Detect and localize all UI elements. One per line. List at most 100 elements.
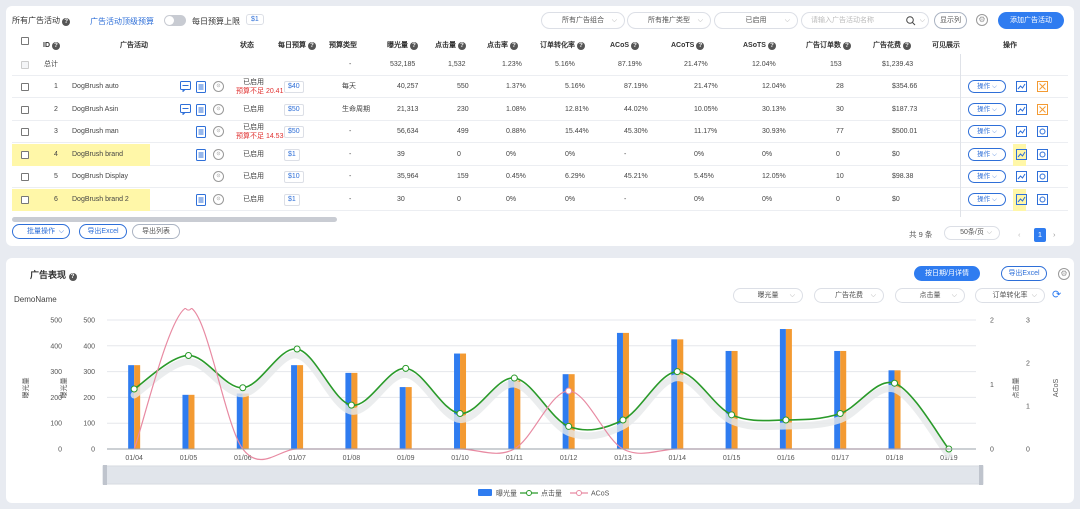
col-id[interactable]: ID ?	[43, 38, 60, 54]
col-daily-budget[interactable]: 每日预算 ?	[278, 38, 316, 54]
status-select[interactable]: 已启用 ⌵	[714, 12, 798, 29]
row-ops-button[interactable]: 操作 ⌵	[968, 80, 1006, 93]
daily-budget-input[interactable]: $50	[284, 103, 304, 116]
campaign-name-link[interactable]: DogBrush auto	[72, 76, 119, 98]
table-row[interactable]: 4 DogBrush brand ⊙ 已启用 $1 - 39 0 0% 0% - 0% 0% 0 $0 操作 …	[12, 143, 1068, 166]
refresh-icon[interactable]: ⟳	[1052, 288, 1061, 301]
chart-export-button[interactable]: 导出Excel	[1001, 266, 1047, 281]
col-orders[interactable]: 广告订单数 ?	[806, 38, 851, 54]
pause-icon[interactable]	[1037, 103, 1048, 115]
campaign-name-link[interactable]: DogBrush brand	[72, 144, 123, 166]
col-cvr[interactable]: 订单转化率 ?	[540, 38, 585, 54]
help-icon[interactable]: ?	[457, 42, 466, 50]
select-all-checkbox[interactable]	[21, 37, 29, 45]
horizontal-scrollbar[interactable]	[12, 217, 337, 222]
chart-icon[interactable]	[1016, 148, 1027, 160]
daily-budget-input[interactable]: $1	[284, 193, 300, 206]
help-icon[interactable]: ?	[307, 42, 316, 50]
campaign-search-input[interactable]: 请输入广告活动名称 ⌵	[801, 12, 929, 29]
document-icon[interactable]	[196, 103, 206, 116]
daily-budget-input[interactable]: $40	[284, 81, 304, 93]
document-icon[interactable]	[196, 81, 206, 93]
row-checkbox[interactable]	[21, 83, 29, 91]
help-icon[interactable]: ?	[767, 42, 776, 50]
auto-rule-icon[interactable]: ⊙	[213, 171, 224, 182]
daily-budget-input[interactable]: $1	[284, 148, 300, 161]
help-icon[interactable]: ?	[631, 42, 640, 50]
row-ops-button[interactable]: 操作 ⌵	[968, 102, 1006, 116]
campaign-name-link[interactable]: DogBrush Display	[72, 166, 128, 188]
row-checkbox[interactable]	[21, 195, 29, 204]
col-campaign[interactable]: 广告活动	[120, 38, 148, 54]
table-row[interactable]: 1 DogBrush auto ⊙ 已启用 预算不足 20.41 $40 每天 40,257 5…	[12, 76, 1068, 98]
col-clicks[interactable]: 点击量 ?	[435, 38, 466, 54]
row-ops-button[interactable]: 操作 ⌵	[968, 125, 1006, 138]
help-icon[interactable]: ?	[902, 42, 911, 50]
col-acos[interactable]: ACoS ?	[610, 38, 640, 54]
help-icon[interactable]: ?	[68, 273, 77, 281]
metric-select-3[interactable]: 点击量 ⌵	[895, 288, 965, 303]
add-campaign-button[interactable]: 添加广告活动	[998, 12, 1064, 29]
daily-budget-input[interactable]: $10	[284, 171, 304, 183]
chart-icon[interactable]	[1016, 103, 1027, 115]
col-status[interactable]: 状态	[240, 38, 254, 54]
help-icon[interactable]: ?	[509, 42, 518, 50]
auto-rule-icon[interactable]: ⊙	[213, 103, 224, 115]
bulk-ops-button[interactable]: 批量操作 ⌵	[12, 224, 70, 239]
col-ctr[interactable]: 点击率 ?	[487, 38, 518, 54]
auto-rule-icon[interactable]: ⊙	[213, 81, 224, 92]
help-icon[interactable]: ?	[409, 42, 418, 50]
row-ops-button[interactable]: 操作 ⌵	[968, 192, 1006, 206]
metric-select-1[interactable]: 曝光量 ⌵	[733, 288, 803, 303]
daily-detail-button[interactable]: 按日期/月详情	[914, 266, 980, 281]
help-icon[interactable]: ?	[51, 42, 60, 50]
row-ops-button[interactable]: 操作 ⌵	[968, 147, 1006, 161]
prev-page-icon[interactable]: ‹	[1018, 228, 1021, 242]
table-row[interactable]: 6 DogBrush brand 2 ⊙ 已启用 $1 - 30 0 0% 0% - 0% 0% 0 $0 操…	[12, 188, 1068, 211]
page-current[interactable]: 1	[1034, 228, 1046, 242]
document-icon[interactable]	[196, 148, 206, 161]
export-list-button[interactable]: 导出列表	[132, 224, 180, 239]
target-icon[interactable]	[1037, 193, 1048, 205]
target-icon[interactable]	[1037, 171, 1048, 182]
help-icon[interactable]: ?	[62, 18, 71, 26]
message-icon[interactable]	[180, 103, 191, 115]
campaign-name-link[interactable]: DogBrush Asin	[72, 99, 118, 121]
target-icon[interactable]	[1037, 148, 1048, 160]
auto-rule-icon[interactable]: ⊙	[213, 126, 224, 137]
campaign-name-link[interactable]: DogBrush man	[72, 121, 119, 143]
chart-settings-icon[interactable]: ⚙	[1058, 268, 1070, 280]
search-icon[interactable]	[906, 16, 916, 26]
export-excel-button[interactable]: 导出Excel	[79, 224, 127, 239]
metric-select-2[interactable]: 广告花费 ⌵	[814, 288, 884, 303]
row-ops-button[interactable]: 操作 ⌵	[968, 170, 1006, 183]
page-size-select[interactable]: 50条/页 ⌵	[944, 226, 1000, 240]
chart-icon[interactable]	[1016, 193, 1027, 205]
auto-rule-icon[interactable]: ⊙	[213, 148, 224, 160]
ad-type-select[interactable]: 所有推广类型 ⌵	[627, 12, 711, 29]
help-icon[interactable]: ?	[576, 42, 585, 50]
message-icon[interactable]	[180, 81, 191, 92]
settings-icon[interactable]: ⚙	[976, 14, 988, 26]
col-visible[interactable]: 可见展示	[932, 38, 960, 54]
auto-rule-icon[interactable]: ⊙	[213, 193, 224, 205]
chart-icon[interactable]	[1016, 126, 1027, 137]
daily-cap-toggle[interactable]	[164, 15, 186, 26]
row-checkbox[interactable]	[21, 150, 29, 159]
daily-cap-value[interactable]: $1	[246, 14, 264, 25]
document-icon[interactable]	[196, 193, 206, 206]
metric-select-4[interactable]: 订单转化率 ⌵	[975, 288, 1045, 303]
chart-icon[interactable]	[1016, 81, 1027, 92]
budget-link[interactable]: 广告活动顶级预算	[90, 16, 154, 27]
table-row[interactable]: 2 DogBrush Asin ⊙ 已启用 $50 生命周期 21,313 230 1.08% 1…	[12, 99, 1068, 121]
table-row[interactable]: 5 DogBrush Display ⊙ 已启用 $10 - 35,964 159 0.45% 6…	[12, 166, 1068, 188]
pause-icon[interactable]	[1037, 81, 1048, 92]
row-checkbox[interactable]	[21, 105, 29, 114]
help-icon[interactable]: ?	[842, 42, 851, 50]
target-icon[interactable]	[1037, 126, 1048, 137]
portfolio-select[interactable]: 所有广告组合 ⌵	[541, 12, 625, 29]
col-budget-type[interactable]: 预算类型	[329, 38, 357, 54]
col-acots[interactable]: ACoTS ?	[671, 38, 705, 54]
table-row[interactable]: 3 DogBrush man ⊙ 已启用 预算不足 14.53 $50 - 56,634 499…	[12, 121, 1068, 143]
col-impressions[interactable]: 曝光量 ?	[387, 38, 418, 54]
